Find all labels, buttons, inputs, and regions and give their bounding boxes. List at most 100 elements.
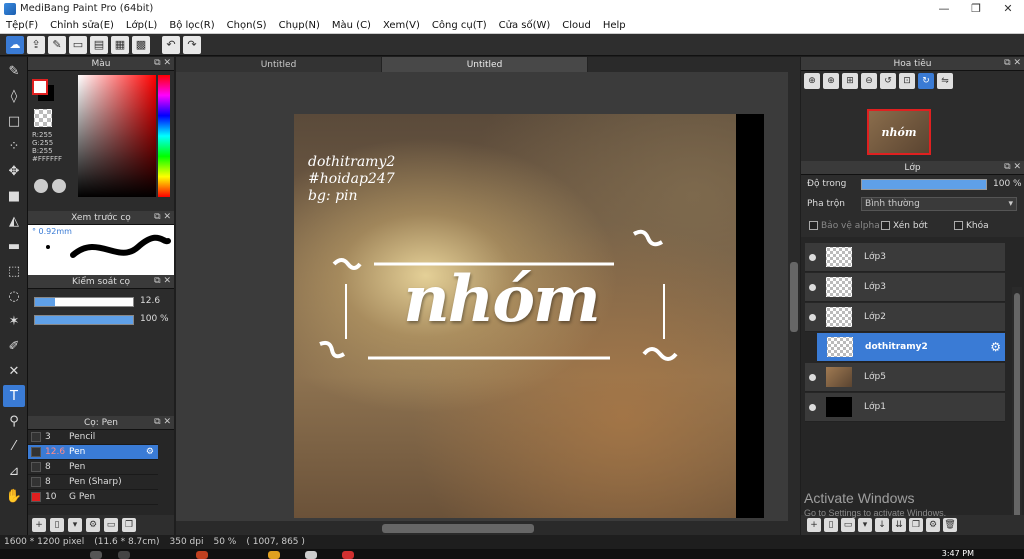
eye-icon[interactable] <box>809 283 816 291</box>
menu-item[interactable]: Cloud <box>556 20 597 31</box>
panel-close-icon[interactable]: ⧉ ✕ <box>154 212 171 222</box>
menu-item[interactable]: Lớp(L) <box>120 20 163 31</box>
eye-icon[interactable] <box>809 313 816 321</box>
lock-checkbox[interactable]: Khóa <box>954 221 989 231</box>
move-icon[interactable]: ✥ <box>3 160 25 182</box>
gradient-icon[interactable]: ▬ <box>3 235 25 257</box>
lasso-icon[interactable]: ◌ <box>3 285 25 307</box>
protect-alpha-checkbox[interactable]: Bảo vệ alpha <box>809 221 880 231</box>
operation-icon[interactable]: ⚲ <box>3 410 25 432</box>
panel-close-icon[interactable]: ⧉ ✕ <box>154 58 171 68</box>
layer-scrollbar[interactable] <box>1012 287 1022 537</box>
saturation-value-picker[interactable] <box>78 75 156 197</box>
menu-item[interactable]: Màu (C) <box>326 20 377 31</box>
layer-row[interactable]: Lớp3 <box>805 243 1005 272</box>
cloud-icon[interactable]: ☁ <box>6 35 24 54</box>
menu-item[interactable]: Tệp(F) <box>0 20 44 31</box>
zoom-in-alt-icon[interactable]: ⊕ <box>823 73 839 89</box>
comment-icon[interactable]: ✎ <box>48 35 66 54</box>
dot-icon[interactable]: ⁘ <box>3 135 25 157</box>
task-icon[interactable] <box>268 551 280 559</box>
select-rect-icon[interactable]: ⬚ <box>3 260 25 282</box>
rotate-right-icon[interactable]: ↻ <box>918 73 934 89</box>
brush-row[interactable]: 8 Pen <box>28 460 158 475</box>
undo-icon[interactable]: ↶ <box>162 35 180 54</box>
brush-folder-icon[interactable]: ▭ <box>104 518 118 532</box>
task-icon[interactable] <box>196 551 208 559</box>
fill-rect-icon[interactable]: ■ <box>3 185 25 207</box>
task-icon[interactable] <box>90 551 102 559</box>
blend-mode-select[interactable]: Bình thường ▾ <box>861 197 1017 211</box>
task-icon[interactable] <box>118 551 130 559</box>
palette-icon[interactable] <box>34 179 48 193</box>
menu-item[interactable]: Bộ lọc(R) <box>163 20 220 31</box>
divide-icon[interactable]: ⁄ <box>3 435 25 457</box>
chat-icon[interactable]: ▭ <box>69 35 87 54</box>
rotate-left-icon[interactable]: ↺ <box>880 73 896 89</box>
menu-item[interactable]: Chỉnh sửa(E) <box>44 20 120 31</box>
bucket-icon[interactable]: ◭ <box>3 210 25 232</box>
vertical-scrollbar[interactable] <box>788 72 800 521</box>
panel-close-icon[interactable]: ⧉ ✕ <box>154 276 171 286</box>
task-icon[interactable] <box>305 551 317 559</box>
eyedropper-icon[interactable]: ⊿ <box>3 460 25 482</box>
gear-icon[interactable]: ⚙ <box>146 447 154 457</box>
tab-untitled-1[interactable]: Untitled <box>176 57 382 72</box>
eye-icon[interactable] <box>809 373 816 381</box>
new-halftone-layer-icon[interactable]: ▯ <box>824 518 838 532</box>
delete-layer-icon[interactable]: 🗑 <box>943 518 957 532</box>
menu-item[interactable]: Công cụ(T) <box>426 20 493 31</box>
hue-slider[interactable] <box>158 75 170 197</box>
menu-item[interactable]: Xem(V) <box>377 20 426 31</box>
layer-row[interactable]: dothitramy2 ⚙ <box>817 333 1005 362</box>
menu-item[interactable]: Chụp(N) <box>273 20 326 31</box>
maximize-button[interactable]: ❐ <box>960 0 992 17</box>
eraser-icon[interactable]: ◊ <box>3 85 25 107</box>
new-brush-icon[interactable]: ▯ <box>50 518 64 532</box>
transparent-swatch[interactable] <box>34 109 52 127</box>
grid-icon[interactable]: ▩ <box>132 35 150 54</box>
zoom-out-icon[interactable]: ⊖ <box>861 73 877 89</box>
brush-size-slider[interactable] <box>34 297 134 307</box>
horizontal-scrollbar[interactable] <box>176 521 800 535</box>
redo-icon[interactable]: ↷ <box>183 35 201 54</box>
eye-icon[interactable] <box>809 403 816 411</box>
add-brush-icon[interactable]: + <box>32 518 46 532</box>
page-icon[interactable]: ▤ <box>90 35 108 54</box>
brush-menu-icon[interactable]: ▾ <box>68 518 82 532</box>
foreground-color-swatch[interactable] <box>32 79 48 95</box>
clipping-checkbox[interactable]: Xén bớt <box>881 221 928 231</box>
brush-row[interactable]: 8 Pen (Sharp) <box>28 475 158 490</box>
color-swap-icon[interactable] <box>52 179 66 193</box>
brush-settings-icon[interactable]: ⚙ <box>86 518 100 532</box>
merge-layer-icon[interactable]: ⇊ <box>892 518 906 532</box>
layer-row[interactable]: Lớp2 <box>805 303 1005 332</box>
shape-icon[interactable]: □ <box>3 110 25 132</box>
brush-opacity-slider[interactable] <box>34 315 134 325</box>
zoom-in-icon[interactable]: ⊕ <box>804 73 820 89</box>
duplicate-layer-icon[interactable]: ❐ <box>909 518 923 532</box>
layer-menu-icon[interactable]: ▾ <box>858 518 872 532</box>
panel-close-icon[interactable]: ⧉ ✕ <box>154 417 171 427</box>
menu-item[interactable]: Help <box>597 20 632 31</box>
magic-wand-icon[interactable]: ✶ <box>3 310 25 332</box>
share-icon[interactable]: ⇪ <box>27 35 45 54</box>
layer-row[interactable]: Lớp3 <box>805 273 1005 302</box>
new-folder-icon[interactable]: ▭ <box>841 518 855 532</box>
brush-row[interactable]: 10 G Pen <box>28 490 158 505</box>
navigator-thumbnail[interactable]: nhóm <box>867 109 931 155</box>
task-icon[interactable] <box>342 551 354 559</box>
select-pen-icon[interactable]: ✐ <box>3 335 25 357</box>
text-icon[interactable]: T <box>3 385 25 407</box>
brush-row[interactable]: 12.6 Pen ⚙ <box>28 445 158 460</box>
panel-close-icon[interactable]: ⧉ ✕ <box>1004 58 1021 68</box>
minimize-button[interactable]: — <box>928 0 960 17</box>
menu-item[interactable]: Cửa số(W) <box>493 20 557 31</box>
brush-row[interactable]: 3 Pencil <box>28 430 158 445</box>
select-eraser-icon[interactable]: ✕ <box>3 360 25 382</box>
layer-settings-icon[interactable]: ⚙ <box>926 518 940 532</box>
layer-opacity-slider[interactable] <box>861 179 987 190</box>
tab-untitled-2[interactable]: Untitled <box>382 57 588 72</box>
panel-close-icon[interactable]: ⧉ ✕ <box>1004 162 1021 172</box>
new-layer-icon[interactable]: + <box>807 518 821 532</box>
